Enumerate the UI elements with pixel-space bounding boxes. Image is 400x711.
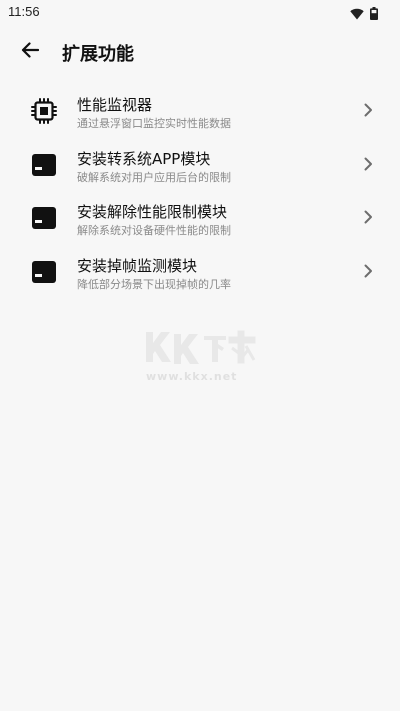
page-title: 扩展功能: [62, 44, 134, 65]
item-title: 安装掉帧监测模块: [77, 256, 198, 275]
list-item-frame-drop-monitor-module[interactable]: 安装掉帧监测模块 降低部分场景下出现掉帧的几率: [0, 244, 400, 298]
wifi-icon: [350, 5, 364, 24]
battery-icon: [370, 5, 378, 24]
module-icon: [30, 151, 58, 179]
feature-list: 性能监视器 通过悬浮窗口监控实时性能数据 安装转系统APP模块 破解系统对用户应…: [0, 83, 400, 297]
list-item-remove-performance-limit-module[interactable]: 安装解除性能限制模块 解除系统对设备硬件性能的限制: [0, 190, 400, 244]
chevron-right-icon: [362, 263, 374, 279]
watermark-logo: [146, 330, 256, 364]
status-time: 11:56: [8, 4, 40, 19]
item-title: 安装解除性能限制模块: [77, 203, 228, 221]
status-icons: [350, 5, 378, 24]
back-arrow-icon: [21, 42, 40, 62]
item-subtitle: 通过悬浮窗口监控实时性能数据: [77, 117, 231, 130]
module-icon: [30, 204, 58, 232]
list-item-install-system-app-module[interactable]: 安装转系统APP模块 破解系统对用户应用后台的限制: [0, 137, 400, 191]
chevron-right-icon: [362, 156, 374, 172]
item-subtitle: 降低部分场景下出现掉帧的几率: [77, 277, 231, 291]
module-icon: [30, 258, 58, 286]
back-button[interactable]: [14, 36, 46, 68]
item-subtitle: 解除系统对设备硬件性能的限制: [77, 224, 231, 237]
item-subtitle: 破解系统对用户应用后台的限制: [77, 170, 231, 184]
status-bar: 11:56: [0, 0, 400, 24]
chevron-right-icon: [362, 209, 374, 225]
chevron-right-icon: [362, 102, 374, 118]
chip-icon: [30, 97, 58, 125]
item-title: 性能监视器: [77, 96, 153, 114]
app-bar: 扩展功能: [0, 24, 400, 80]
list-item-performance-monitor[interactable]: 性能监视器 通过悬浮窗口监控实时性能数据: [0, 83, 400, 137]
watermark-url: www.kkx.net: [146, 370, 238, 383]
watermark: www.kkx.net: [142, 328, 262, 388]
item-title: 安装转系统APP模块: [77, 149, 211, 168]
